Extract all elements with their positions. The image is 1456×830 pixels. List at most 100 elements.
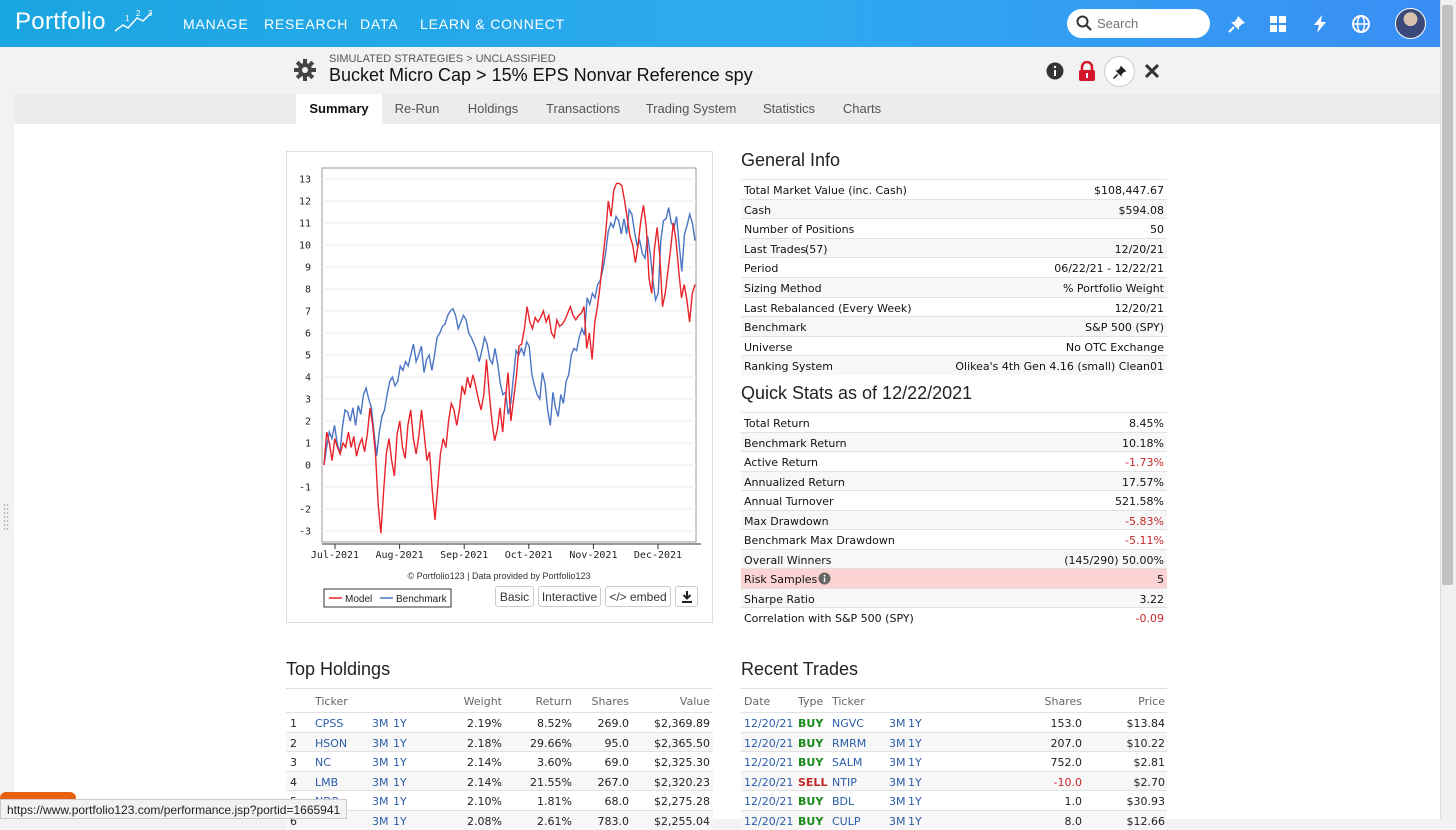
trade-date[interactable]: 12/20/21 [744,756,793,769]
holding-period-link[interactable]: 3M [372,717,389,730]
breadcrumb[interactable]: SIMULATED STRATEGIES > UNCLASSIFIED [329,53,556,65]
holding-period-link[interactable]: 3M [372,795,389,808]
search-box[interactable] [1067,9,1210,38]
grid-apps-icon[interactable] [1268,14,1288,34]
holding-row[interactable]: 2 HSON 2.18% 29.66% 95.0 $2,365.50 3M 1Y [286,731,713,752]
trade-period-link[interactable]: 1Y [908,717,922,730]
trade-row[interactable]: 12/20/21 BUY SALM 752.0 $2.81 3M 1Y [741,751,1167,771]
trade-ticker[interactable]: NTIP [832,776,857,789]
trade-date[interactable]: 12/20/21 [744,737,793,750]
general-info-row[interactable]: Number of Positions 50 [741,218,1167,238]
th-date[interactable]: Date [744,695,770,708]
nav-data[interactable]: DATA [360,16,398,32]
trade-period-link[interactable]: 1Y [908,815,922,828]
lightning-icon[interactable] [1310,14,1330,34]
trade-period-link[interactable]: 1Y [908,756,922,769]
tab-summary[interactable]: Summary [296,94,382,124]
tab-transactions[interactable]: Transactions [538,94,628,124]
trade-row[interactable]: 12/20/21 BUY NGVC 153.0 $13.84 3M 1Y [741,712,1167,732]
tab-holdings[interactable]: Holdings [460,94,526,124]
embed-button[interactable]: </> embed [605,586,671,607]
trade-date[interactable]: 12/20/21 [744,795,793,808]
nav-manage[interactable]: MANAGE [183,16,248,32]
tab-charts[interactable]: Charts [835,94,889,124]
trade-period-link[interactable]: 3M [889,737,906,750]
holding-row[interactable]: 3 NC 2.14% 3.60% 69.0 $2,325.30 3M 1Y [286,751,713,771]
pin-button[interactable] [1104,56,1135,87]
trade-period-link[interactable]: 1Y [908,737,922,750]
holding-row[interactable]: 4 LMB 2.14% 21.55% 267.0 $2,320.23 3M 1Y [286,770,713,791]
gear-icon[interactable] [293,58,317,82]
trade-ticker[interactable]: BDL [832,795,854,808]
th-ticker[interactable]: Ticker [315,695,348,708]
trade-period-link[interactable]: 3M [889,776,906,789]
basic-button[interactable]: Basic [495,586,534,607]
trade-period-link[interactable]: 3M [889,795,906,808]
trade-period-link[interactable]: 1Y [908,776,922,789]
holding-period-link[interactable]: 3M [372,756,389,769]
scrollbar-thumb[interactable] [1442,5,1453,585]
trade-date[interactable]: 12/20/21 [744,717,793,730]
pin-icon[interactable] [1227,14,1247,34]
performance-chart[interactable]: 131211109876543210-1-2-3 Jul-2021 Aug-202… [287,152,712,622]
tab-statistics[interactable]: Statistics [755,94,823,124]
general-info-row[interactable]: Last Trades (57) 12/20/21 [741,237,1167,258]
holding-period-link[interactable]: 1Y [393,717,407,730]
search-input[interactable] [1095,14,1203,33]
info-value[interactable]: 50 [1150,223,1164,236]
trade-date[interactable]: 12/20/21 [744,815,793,828]
holding-ticker[interactable]: LMB [315,776,338,789]
th-shares[interactable]: Shares [570,695,629,708]
portfolio123-logo[interactable]: Portfolio [15,8,106,36]
holding-ticker[interactable]: HSON [315,737,347,750]
th-return[interactable]: Return [510,695,572,708]
holding-row[interactable]: 6 2.08% 2.61% 783.0 $2,255.04 3M 1Y [286,810,713,830]
trade-row[interactable]: 12/20/21 BUY CULP 8.0 $12.66 3M 1Y [741,810,1167,830]
th-price[interactable]: Price [1090,695,1165,708]
holding-period-link[interactable]: 3M [372,776,389,789]
th-type[interactable]: Type [798,695,823,708]
trade-period-link[interactable]: 3M [889,717,906,730]
holding-row[interactable]: 5NDP2.10%1.81%68.0$2,275.283M1Y [286,790,713,810]
trade-period-link[interactable]: 3M [889,756,906,769]
tab-trading-system[interactable]: Trading System [640,94,742,124]
th-trade-shares[interactable]: Shares [1000,695,1082,708]
user-avatar[interactable] [1395,8,1426,39]
close-icon[interactable] [1145,64,1159,78]
nav-learn-connect[interactable]: LEARN & CONNECT [420,16,565,32]
trade-row[interactable]: 12/20/21 BUY BDL 1.0 $30.93 3M 1Y [741,790,1167,810]
holding-period-link[interactable]: 1Y [393,737,407,750]
info-icon[interactable] [1046,62,1064,80]
holding-period-link[interactable]: 3M [372,737,389,750]
interactive-button[interactable]: Interactive [538,586,601,607]
holding-period-link[interactable]: 1Y [393,756,407,769]
trade-period-link[interactable]: 1Y [908,795,922,808]
download-button[interactable] [675,586,698,607]
holding-period-link[interactable]: 1Y [393,795,407,808]
info-value[interactable]: Olikea's 4th Gen 4.16 (small) Clean01 [955,360,1164,373]
trade-ticker[interactable]: SALM [832,756,862,769]
trade-row[interactable]: 12/20/21 SELL NTIP -10.0 $2.70 3M 1Y [741,770,1167,791]
holding-ticker[interactable]: CPSS [315,717,343,730]
trade-period-link[interactable]: 3M [889,815,906,828]
holding-period-link[interactable]: 1Y [393,776,407,789]
tab-rerun[interactable]: Re-Run [386,94,448,124]
info-label[interactable]: Last Trades [744,243,806,256]
lock-icon[interactable] [1078,61,1096,81]
general-info-row[interactable]: Ranking System Olikea's 4th Gen 4.16 (sma… [741,355,1167,376]
resize-handle-icon[interactable] [3,502,9,532]
trade-ticker[interactable]: NGVC [832,717,864,730]
nav-research[interactable]: RESEARCH [264,16,348,32]
holding-ticker[interactable]: NC [315,756,331,769]
info-label[interactable]: Number of Positions [744,223,854,236]
th-weight[interactable]: Weight [430,695,502,708]
info-value[interactable]: 12/20/21 [1115,243,1164,256]
trade-ticker[interactable]: CULP [832,815,861,828]
th-trade-ticker[interactable]: Ticker [832,695,865,708]
holding-period-link[interactable]: 1Y [393,815,407,828]
th-value[interactable]: Value [630,695,710,708]
trade-row[interactable]: 12/20/21 BUY RMRM 207.0 $10.22 3M 1Y [741,731,1167,752]
holding-row[interactable]: 1 CPSS 2.19% 8.52% 269.0 $2,369.89 3M 1Y [286,712,713,732]
holding-period-link[interactable]: 3M [372,815,389,828]
trade-ticker[interactable]: RMRM [832,737,866,750]
